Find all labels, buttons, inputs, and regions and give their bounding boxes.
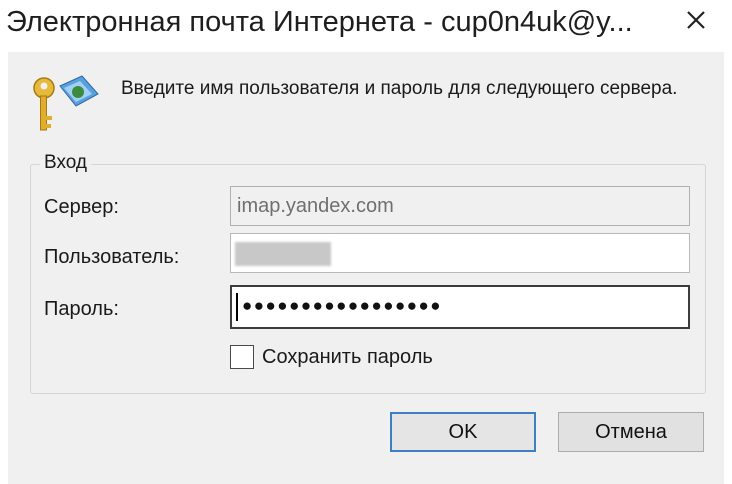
text-caret — [236, 293, 238, 321]
close-icon — [687, 11, 705, 29]
login-dialog: Электронная почта Интернета - cup0n4uk@y… — [0, 0, 732, 484]
user-label: Пользователь: — [44, 246, 180, 268]
redacted-username — [235, 242, 331, 266]
remember-password-option[interactable]: Сохранить пароль — [230, 345, 433, 369]
password-mask: ●●●●●●●●●●●●●●●●● — [242, 296, 443, 315]
server-label: Сервер: — [44, 196, 119, 218]
window-frame-left — [0, 52, 8, 484]
remember-password-checkbox[interactable] — [230, 345, 254, 369]
keys-icon — [33, 75, 99, 131]
username-field[interactable] — [230, 233, 690, 273]
title-bar: Электронная почта Интернета - cup0n4uk@y… — [0, 0, 732, 52]
window-title: Электронная почта Интернета - cup0n4uk@y… — [6, 6, 633, 38]
window-frame-right — [724, 52, 732, 484]
cancel-button[interactable]: Отмена — [558, 412, 704, 452]
login-group-title: Вход — [40, 152, 91, 174]
server-field: imap.yandex.com — [230, 186, 690, 226]
close-button[interactable] — [660, 0, 732, 42]
password-field[interactable]: ●●●●●●●●●●●●●●●●● — [230, 285, 690, 329]
prompt-text: Введите имя пользователя и пароль для сл… — [121, 78, 678, 99]
password-label: Пароль: — [44, 298, 119, 320]
ok-button[interactable]: OK — [390, 412, 536, 452]
remember-password-label[interactable]: Сохранить пароль — [262, 346, 433, 369]
